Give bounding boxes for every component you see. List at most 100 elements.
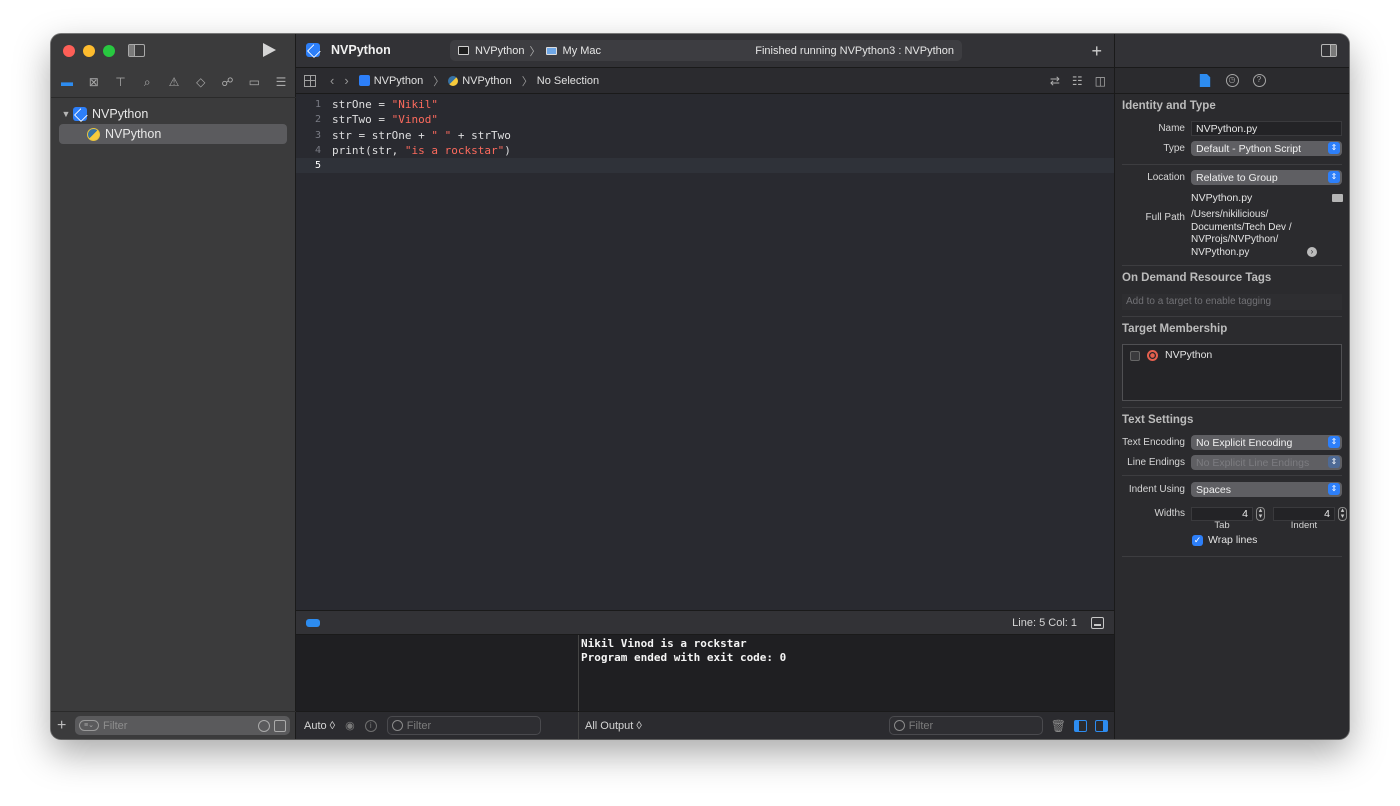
string-literal: "is a rockstar" (404, 144, 505, 158)
indent-width-field[interactable]: 4 (1273, 506, 1335, 521)
history-inspector-icon[interactable]: ◷ (1225, 74, 1239, 87)
trash-icon[interactable]: 🗑 (1051, 719, 1066, 733)
console-output[interactable]: Nikil Vinod is a rockstar Program ended … (579, 635, 1114, 711)
code-line[interactable]: 4 print(str, "is a rockstar") (296, 143, 1114, 158)
folder-icon[interactable] (1332, 193, 1343, 202)
line-number[interactable]: 5 (296, 160, 332, 171)
string-literal: " " (431, 128, 452, 142)
tree-row-project[interactable]: ▼ NVPython (59, 104, 287, 124)
line-number[interactable]: 4 (296, 145, 332, 156)
editor-options: ⇄ ☷ ◫ (1050, 74, 1106, 88)
xcode-project-icon (358, 75, 370, 86)
scheme-selector[interactable]: NVPython (475, 45, 525, 57)
zoom-button[interactable] (103, 45, 115, 57)
navigator-toggle-icon[interactable] (128, 44, 145, 57)
breadcrumb-selection[interactable]: No Selection (537, 75, 599, 87)
close-button[interactable] (63, 45, 75, 57)
toggle-debug-area-icon[interactable] (1091, 616, 1104, 629)
xcode-project-icon (73, 107, 87, 121)
variables-scope-select[interactable]: Auto ◊ (304, 720, 335, 732)
show-console-icon[interactable] (1095, 719, 1108, 732)
tab-width-stepper[interactable]: ▴ ▾ (1256, 506, 1265, 521)
inspector-toggle-icon[interactable] (1321, 44, 1337, 57)
forward-arrow-icon[interactable]: › (344, 73, 348, 88)
tab-width-field[interactable]: 4 (1191, 506, 1253, 521)
eye-icon[interactable]: ◉ (345, 719, 355, 732)
code-token: ) (504, 144, 511, 158)
target-checkbox[interactable] (1130, 351, 1140, 361)
source-control-icon[interactable]: ⊠ (86, 74, 102, 90)
code-line[interactable]: 1 strOne = "Nikil" (296, 97, 1114, 112)
toolbar: NVPython NVPython 〉 My Mac Finished runn… (296, 34, 1114, 68)
line-number[interactable]: 3 (296, 130, 332, 141)
encoding-select[interactable]: No Explicit Encoding (1191, 435, 1342, 450)
report-navigator-icon[interactable]: ☰ (273, 74, 289, 90)
mac-icon (545, 46, 557, 55)
recent-files-icon[interactable] (258, 719, 270, 732)
split-editor-icon[interactable]: ◫ (1095, 74, 1106, 88)
location-label: Location (1147, 172, 1185, 183)
indent-width-stepper[interactable]: ▴ ▾ (1338, 506, 1347, 521)
variables-view[interactable] (296, 635, 579, 711)
activity-view[interactable]: NVPython 〉 My Mac Finished running NVPyt… (450, 40, 962, 61)
show-variables-icon[interactable] (1074, 719, 1087, 732)
breadcrumb-project[interactable]: NVPython (358, 75, 423, 87)
location-select[interactable]: Relative to Group (1191, 170, 1342, 185)
filter-icon (893, 720, 905, 731)
code-editor[interactable]: 1 strOne = "Nikil" 2 strTwo = "Vinod" 3 str =… (296, 94, 1114, 610)
project-tree: ▼ NVPython NVPython (59, 104, 287, 144)
indent-sub-label: Indent (1290, 520, 1318, 531)
type-select[interactable]: Default - Python Script (1191, 141, 1342, 156)
console-filter-input[interactable]: Filter (888, 716, 1043, 735)
project-navigator-icon[interactable]: ▬ (59, 74, 75, 90)
related-items-icon[interactable] (304, 74, 316, 87)
info-icon[interactable]: i (364, 719, 377, 732)
code-line[interactable]: 2 strTwo = "Vinod" (296, 112, 1114, 127)
code-line[interactable]: 3 str = strOne + " " + strTwo (296, 128, 1114, 143)
back-arrow-icon[interactable]: ‹ (330, 73, 334, 88)
chevron-down-icon[interactable]: ▼ (59, 109, 73, 119)
indent-using-select[interactable]: Spaces (1191, 482, 1342, 497)
code-text: print(str, "is a rockstar") (332, 144, 511, 157)
variables-filter-input[interactable]: Filter (386, 716, 541, 735)
tree-row-file[interactable]: NVPython (59, 124, 287, 144)
breadcrumb-file[interactable]: NVPython (448, 75, 512, 87)
name-label: Name (1158, 123, 1185, 134)
navigator-filter-input[interactable]: ≡⌄ Filter (75, 716, 290, 735)
code-token: + strTwo (451, 128, 511, 142)
test-navigator-icon[interactable]: ◇ (193, 74, 209, 90)
navigator-filter-bar: + ≡⌄ Filter (51, 711, 296, 739)
reveal-in-finder-icon[interactable]: › (1307, 247, 1317, 257)
terminal-icon (458, 46, 469, 55)
line-endings-label: Line Endings (1127, 457, 1185, 468)
swap-icon[interactable]: ⇄ (1050, 74, 1060, 88)
tab-sub-label: Tab (1214, 520, 1230, 531)
line-number[interactable]: 2 (296, 114, 332, 125)
symbol-navigator-icon[interactable]: ⊤ (113, 74, 129, 90)
name-field[interactable]: NVPython.py (1191, 121, 1342, 136)
issue-navigator-icon[interactable]: ⚠ (166, 74, 182, 90)
debug-navigator-icon[interactable]: ☍ (220, 74, 236, 90)
destination-selector[interactable]: My Mac (563, 45, 602, 57)
breakpoints-toggle-icon[interactable] (306, 618, 320, 627)
code-token: print(str, (332, 144, 405, 158)
chevron-right-icon: 〉 (529, 45, 541, 58)
wrap-lines-option[interactable]: ✓ Wrap lines (1192, 534, 1349, 546)
filter-options-icon[interactable]: ≡⌄ (79, 720, 99, 731)
output-scope-select[interactable]: All Output ◊ (585, 720, 642, 732)
inspector-pane: ◷ ? Identity and Type Name NVPython.py T… (1114, 34, 1349, 739)
wrap-lines-checkbox[interactable]: ✓ (1192, 534, 1203, 546)
code-line[interactable]: 5 (296, 158, 1114, 174)
file-inspector-icon[interactable] (1199, 74, 1211, 87)
divider (1122, 164, 1342, 165)
run-button[interactable] (263, 43, 276, 57)
editor-options-icon[interactable]: ☷ (1072, 74, 1083, 88)
line-number[interactable]: 1 (296, 99, 332, 110)
find-navigator-icon[interactable]: ⌕ (139, 74, 155, 90)
library-button[interactable]: + (1091, 41, 1102, 62)
source-control-filter-icon[interactable] (274, 719, 286, 732)
breakpoint-navigator-icon[interactable]: ▭ (246, 74, 262, 90)
add-file-button[interactable]: + (57, 717, 69, 735)
quick-help-icon[interactable]: ? (1252, 74, 1266, 87)
minimize-button[interactable] (83, 45, 95, 57)
